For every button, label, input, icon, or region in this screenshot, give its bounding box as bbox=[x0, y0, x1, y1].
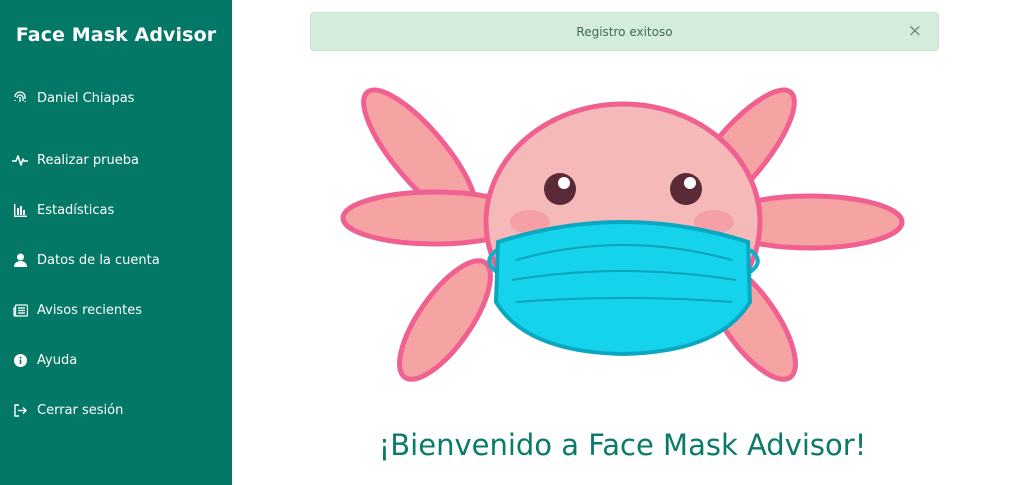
sidebar-user-name: Daniel Chiapas bbox=[37, 90, 135, 106]
app-title: Face Mask Advisor bbox=[15, 24, 217, 46]
user-icon bbox=[12, 252, 28, 268]
sidebar-item-realizar-prueba[interactable]: Realizar prueba bbox=[12, 149, 139, 171]
sidebar-item-label: Cerrar sesión bbox=[37, 402, 124, 418]
sidebar: Face Mask Advisor Daniel Chiapas Realiza… bbox=[0, 0, 232, 485]
sidebar-item-avisos-recientes[interactable]: Avisos recientes bbox=[12, 299, 142, 321]
sidebar-item-label: Estadísticas bbox=[37, 202, 115, 218]
close-alert-button[interactable]: × bbox=[908, 22, 922, 40]
bar-chart-icon bbox=[12, 202, 28, 218]
newspaper-icon bbox=[12, 302, 28, 318]
sidebar-item-datos-cuenta[interactable]: Datos de la cuenta bbox=[12, 249, 160, 271]
alert-message: Registro exitoso bbox=[576, 25, 673, 39]
sidebar-item-label: Realizar prueba bbox=[37, 152, 139, 168]
heartbeat-icon bbox=[12, 152, 28, 168]
success-alert: Registro exitoso × bbox=[310, 12, 939, 51]
sidebar-item-label: Avisos recientes bbox=[37, 302, 142, 318]
sidebar-item-cerrar-sesion[interactable]: Cerrar sesión bbox=[12, 399, 123, 421]
info-icon bbox=[12, 352, 28, 368]
sidebar-item-label: Ayuda bbox=[37, 352, 78, 368]
axolotl-mask-illustration bbox=[340, 87, 905, 382]
sidebar-item-estadisticas[interactable]: Estadísticas bbox=[12, 199, 114, 221]
sidebar-item-ayuda[interactable]: Ayuda bbox=[12, 349, 77, 371]
sidebar-user[interactable]: Daniel Chiapas bbox=[12, 87, 134, 109]
welcome-heading: ¡Bienvenido a Face Mask Advisor! bbox=[378, 428, 867, 462]
sidebar-item-label: Datos de la cuenta bbox=[37, 252, 160, 268]
fingerprint-icon bbox=[12, 90, 28, 106]
sign-out-icon bbox=[12, 402, 28, 418]
